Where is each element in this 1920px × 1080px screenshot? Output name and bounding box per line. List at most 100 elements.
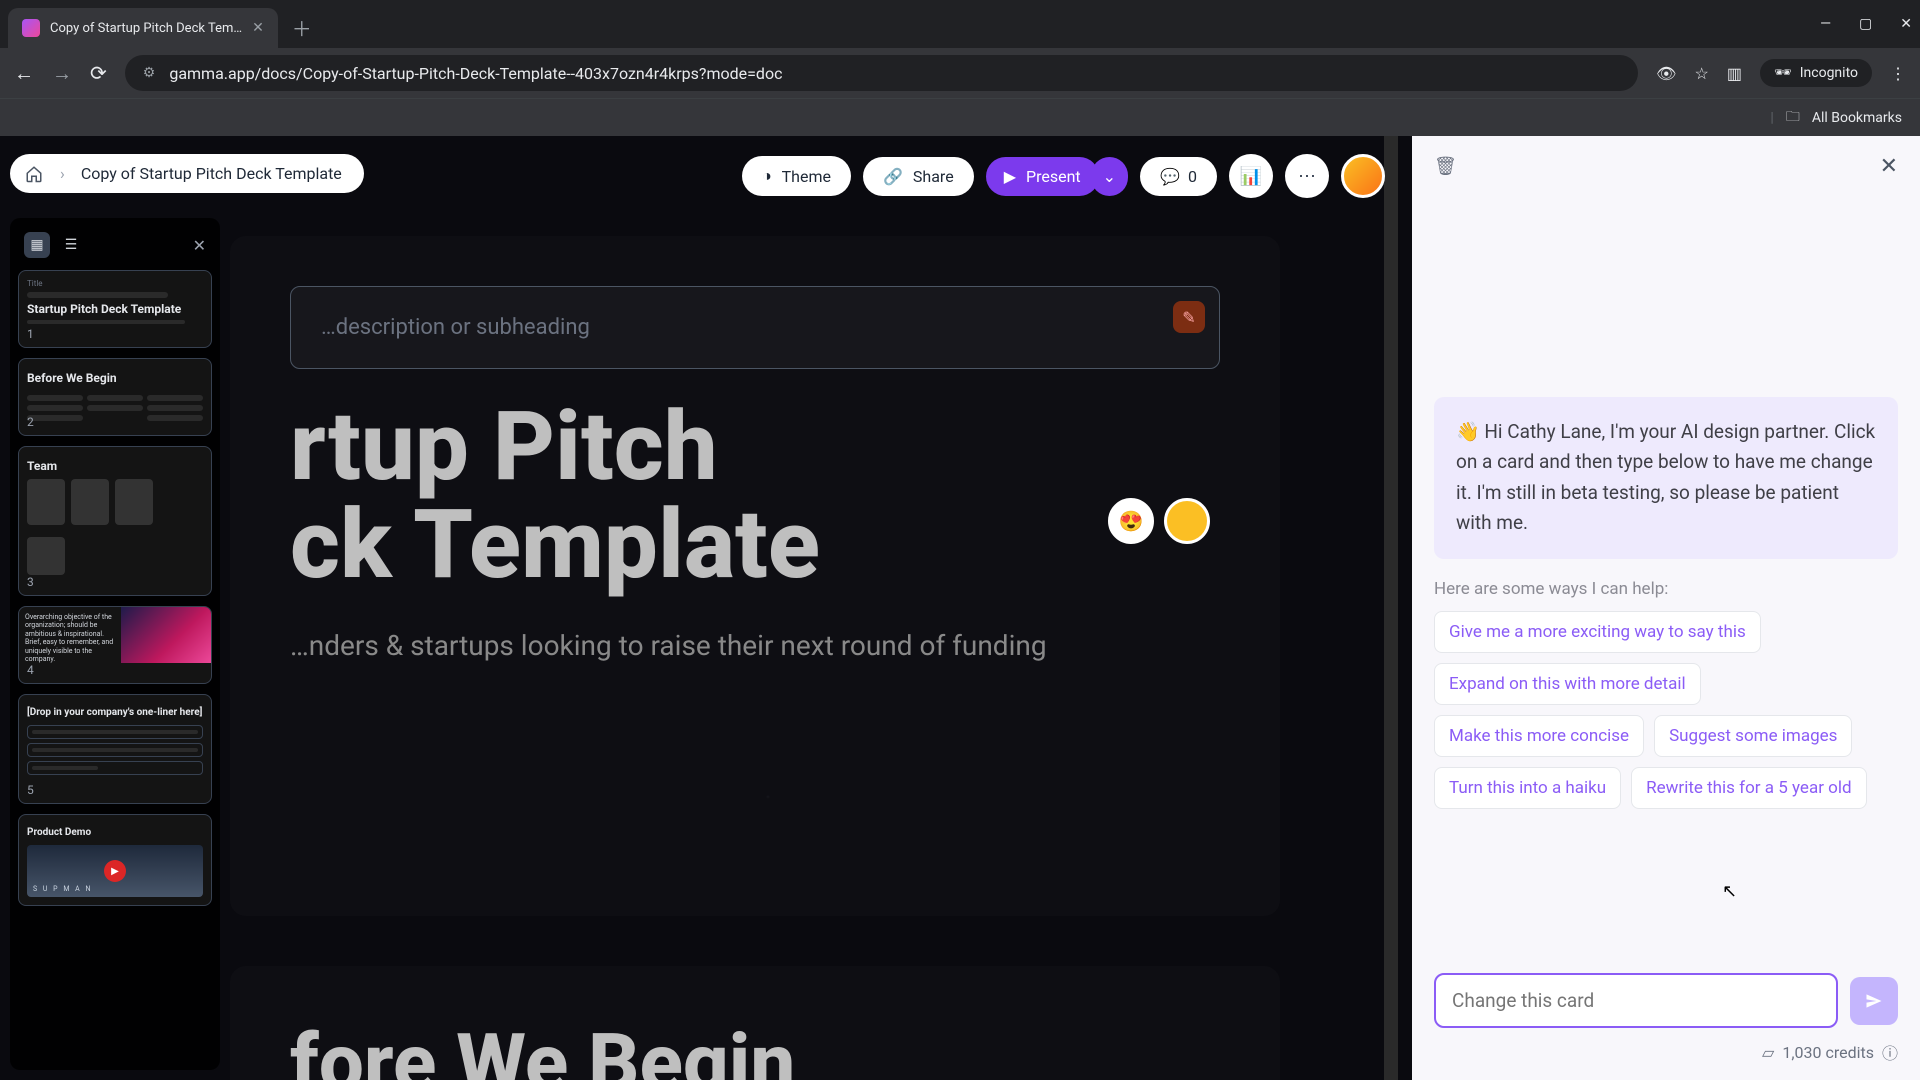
tab-title: Copy of Startup Pitch Deck Tem…: [50, 21, 242, 36]
nav-back-icon[interactable]: ←: [14, 61, 34, 86]
top-toolbar: ◑ Theme 🔗 Share ▶ Present ⌄ 💬 0 📊 ⋯: [742, 154, 1385, 198]
slide-thumb[interactable]: [Drop in your company's one-liner here] …: [18, 694, 212, 804]
thumb-title: Team: [27, 459, 203, 473]
incognito-indicator[interactable]: 🕶 Incognito: [1760, 59, 1872, 87]
play-icon: ▶: [104, 860, 126, 882]
thumb-title: [Drop in your company's one-liner here]: [27, 707, 203, 719]
ai-intro-message: 👋 Hi Cathy Lane, I'm your AI design part…: [1434, 397, 1898, 559]
info-icon[interactable]: ⓘ: [1882, 1040, 1898, 1064]
ai-send-button[interactable]: [1850, 977, 1898, 1025]
credits-icon: ▱: [1762, 1043, 1774, 1062]
window-maximize-icon[interactable]: ▢: [1859, 16, 1872, 32]
collaborator-avatar[interactable]: [1164, 498, 1210, 544]
more-menu-button[interactable]: ⋯: [1285, 154, 1329, 198]
chart-icon: 📊: [1240, 166, 1262, 187]
incognito-icon: 🕶: [1774, 65, 1792, 81]
thumb-title: Before We Begin: [27, 371, 203, 385]
reaction-heart-eyes-icon[interactable]: 😍: [1108, 498, 1154, 544]
link-icon: 🔗: [883, 167, 903, 186]
thumb-number: 3: [27, 575, 34, 589]
subheading-block[interactable]: ✎ …description or subheading: [290, 286, 1220, 369]
panel-icon[interactable]: ▥: [1727, 64, 1742, 83]
url-field[interactable]: ⚙ gamma.app/docs/Copy-of-Startup-Pitch-D…: [125, 55, 1638, 91]
dots-icon: ⋯: [1298, 166, 1316, 187]
slide-thumb[interactable]: Title Startup Pitch Deck Template 1: [18, 270, 212, 348]
all-bookmarks-link[interactable]: All Bookmarks: [1812, 110, 1902, 126]
ai-prompt-input[interactable]: [1434, 973, 1838, 1028]
ai-suggestion[interactable]: Suggest some images: [1654, 715, 1852, 757]
credits-text: 1,030 credits: [1782, 1043, 1874, 1062]
slide-thumb[interactable]: Team 3: [18, 446, 212, 596]
present-dropdown-button[interactable]: ⌄: [1091, 157, 1128, 196]
folder-icon: 🗀: [1786, 106, 1800, 130]
thumb-title: Product Demo: [27, 827, 203, 839]
palette-icon: ◑: [762, 166, 772, 186]
ai-suggestion[interactable]: Turn this into a haiku: [1434, 767, 1621, 809]
credits-row: ▱ 1,030 credits ⓘ: [1434, 1040, 1898, 1064]
ai-suggestion[interactable]: Give me a more exciting way to say this: [1434, 611, 1761, 653]
comments-count: 0: [1188, 167, 1197, 186]
slide-title[interactable]: fore We Begin: [290, 1016, 1220, 1080]
home-icon[interactable]: [24, 165, 44, 183]
present-button[interactable]: ▶ Present: [986, 157, 1099, 196]
share-button[interactable]: 🔗 Share: [863, 157, 974, 196]
share-label: Share: [913, 167, 954, 186]
play-icon: ▶: [1004, 167, 1016, 186]
breadcrumb-sep: ›: [60, 164, 65, 183]
ai-suggestion[interactable]: Expand on this with more detail: [1434, 663, 1701, 705]
breadcrumb-pill: › Copy of Startup Pitch Deck Template: [10, 154, 364, 193]
bookmarks-bar: | 🗀 All Bookmarks: [0, 98, 1920, 136]
bookmark-star-icon[interactable]: ☆: [1694, 64, 1708, 83]
send-icon: [1864, 991, 1884, 1011]
chevron-down-icon: ⌄: [1103, 167, 1116, 186]
slide-title-line: ck Template: [290, 489, 820, 601]
slide-card-2[interactable]: fore We Begin: [230, 966, 1280, 1080]
slide-title-line: rtup Pitch: [290, 391, 718, 503]
thumb-grid-mode[interactable]: ▦: [24, 232, 50, 258]
thumb-number: 2: [27, 415, 34, 429]
bookmarks-divider: |: [1770, 110, 1773, 126]
window-close-icon[interactable]: ✕: [1900, 16, 1912, 32]
slide-thumb[interactable]: Overarching objective of the organizatio…: [18, 606, 212, 684]
subheading-placeholder: …description or subheading: [321, 315, 1189, 340]
comment-icon: 💬: [1160, 167, 1180, 186]
address-bar: ← → ⟳ ⚙ gamma.app/docs/Copy-of-Startup-P…: [0, 48, 1920, 98]
canvas-scrollbar[interactable]: [1384, 136, 1398, 1080]
clear-chat-icon[interactable]: 🗑: [1434, 156, 1457, 177]
ai-suggestion-list: Give me a more exciting way to say this …: [1434, 611, 1898, 809]
nav-reload-icon[interactable]: ⟳: [90, 61, 107, 85]
thumb-list-mode[interactable]: ☰: [58, 232, 84, 258]
ai-suggestion[interactable]: Rewrite this for a 5 year old: [1631, 767, 1866, 809]
ai-design-panel: 🗑 ✕ 👋 Hi Cathy Lane, I'm your AI design …: [1412, 136, 1920, 1080]
slide-thumb[interactable]: Product Demo ▶ S U P M A N: [18, 814, 212, 906]
app-root: › Copy of Startup Pitch Deck Template ◑ …: [0, 136, 1920, 1080]
slide-card-1[interactable]: ✎ …description or subheading rtup Pitch …: [230, 236, 1280, 916]
browser-tab-strip: Copy of Startup Pitch Deck Tem… ✕ ＋ ― ▢ …: [0, 0, 1920, 48]
window-minimize-icon[interactable]: ―: [1820, 16, 1831, 32]
eye-off-icon[interactable]: 👁: [1656, 64, 1676, 83]
breadcrumb-title[interactable]: Copy of Startup Pitch Deck Template: [81, 164, 342, 183]
window-controls: ― ▢ ✕: [1820, 16, 1912, 32]
user-avatar[interactable]: [1341, 154, 1385, 198]
nav-forward-icon[interactable]: →: [52, 61, 72, 86]
slide-thumb[interactable]: Before We Begin 2: [18, 358, 212, 436]
tab-close-icon[interactable]: ✕: [252, 20, 264, 36]
collaborator-avatars: 😍: [1108, 498, 1210, 544]
thumb-sub: Overarching objective of the organizatio…: [19, 607, 121, 683]
analytics-button[interactable]: 📊: [1229, 154, 1273, 198]
gamma-favicon: [22, 19, 40, 37]
slide-title[interactable]: rtup Pitch ck Template: [290, 399, 1220, 595]
comments-button[interactable]: 💬 0: [1140, 157, 1217, 196]
site-info-icon[interactable]: ⚙: [143, 65, 156, 81]
theme-button[interactable]: ◑ Theme: [742, 156, 851, 196]
edit-block-button[interactable]: ✎: [1173, 301, 1205, 333]
browser-tab[interactable]: Copy of Startup Pitch Deck Tem… ✕: [8, 8, 278, 48]
thumb-panel-close-icon[interactable]: ✕: [193, 236, 206, 255]
new-tab-button[interactable]: ＋: [292, 13, 312, 42]
browser-menu-icon[interactable]: ⋮: [1890, 64, 1906, 83]
slide-description[interactable]: …nders & startups looking to raise their…: [290, 629, 1220, 662]
slides-thumbnail-panel: ▦ ☰ ✕ Title Startup Pitch Deck Template …: [10, 218, 220, 1070]
panel-close-icon[interactable]: ✕: [1880, 154, 1898, 179]
ai-hint-text: Here are some ways I can help:: [1434, 579, 1898, 599]
ai-suggestion[interactable]: Make this more concise: [1434, 715, 1644, 757]
